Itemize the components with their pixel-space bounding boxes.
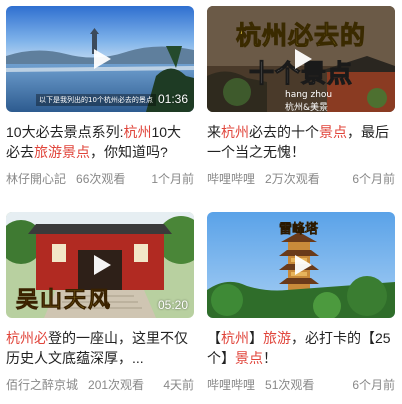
upload-time: 6个月前 [352, 378, 395, 392]
upload-time: 4天前 [163, 378, 194, 392]
channel-name[interactable]: 哔哩哔哩 [207, 376, 255, 393]
channel-name[interactable]: 哔哩哔哩 [207, 170, 255, 187]
play-icon[interactable] [288, 46, 314, 72]
video-thumbnail[interactable]: 雷峰塔 [207, 212, 395, 318]
thumbnail-calligraphy: 吴山天风 [16, 287, 113, 314]
title-keyword-highlight: 景点 [62, 144, 90, 160]
channel-name[interactable]: 佰行之醉京城 [6, 376, 78, 393]
video-thumbnail[interactable]: 以下是我列出的10个杭州必去的景点 01:36 [6, 6, 194, 112]
thumbnail-label: 雷峰塔 [279, 222, 319, 237]
play-icon[interactable] [87, 46, 113, 72]
upload-time: 6个月前 [352, 172, 395, 186]
title-text: ，你知道吗? [90, 144, 168, 160]
video-duration: 01:36 [157, 92, 188, 106]
video-meta: 佰行之醉京城 201次观看 4天前 [6, 376, 194, 393]
video-card[interactable]: 雷峰塔 【杭州】旅游，必打卡的【25个】景点！ 哔哩哔哩 51次观看 6个月前 [207, 212, 395, 393]
channel-name[interactable]: 林仔開心記 [6, 170, 66, 187]
title-keyword-highlight: 杭州 [221, 124, 249, 140]
play-icon[interactable] [288, 252, 314, 278]
title-keyword-highlight: 杭州 [221, 330, 249, 346]
title-text: 】 [249, 330, 263, 346]
video-caption-overlay: 以下是我列出的10个杭州必去的景点 [36, 94, 156, 106]
title-keyword-highlight: 旅游 [34, 144, 62, 160]
video-title[interactable]: 【杭州】旅游，必打卡的【25个】景点！ [207, 328, 395, 368]
title-keyword-highlight: 旅游 [263, 330, 291, 346]
title-text: ！ [263, 350, 277, 366]
thumbnail-tag: 杭州&美景 [285, 103, 329, 112]
thumbnail-tag: hang zhou [285, 90, 333, 100]
video-title[interactable]: 杭州必登的一座山，这里不仅历史人文底蕴深厚，... [6, 328, 194, 368]
play-icon[interactable] [87, 252, 113, 278]
view-count: 2万次观看 [265, 172, 320, 186]
title-text: 【 [207, 330, 221, 346]
video-thumbnail[interactable]: 杭州必去的 十个景点 hang zhou 杭州&美景 [207, 6, 395, 112]
view-count: 66次观看 [76, 172, 126, 186]
title-text: 来 [207, 124, 221, 140]
upload-time: 1个月前 [151, 172, 194, 186]
video-meta: 哔哩哔哩 51次观看 6个月前 [207, 376, 395, 393]
video-title[interactable]: 来杭州必去的十个景点，最后一个当之无愧！ [207, 122, 395, 162]
title-text: 必去的十个 [249, 124, 319, 140]
title-keyword-highlight: 景点 [235, 350, 263, 366]
video-thumbnail[interactable]: 吴山天风 05:20 [6, 212, 194, 318]
view-count: 51次观看 [265, 378, 315, 392]
video-title[interactable]: 10大必去景点系列:杭州10大必去旅游景点，你知道吗? [6, 122, 194, 162]
title-keyword-highlight: 杭州 [123, 124, 152, 140]
video-meta: 林仔開心記 66次观看 1个月前 [6, 170, 194, 187]
view-count: 201次观看 [88, 378, 145, 392]
video-card[interactable]: 吴山天风 05:20 杭州必登的一座山，这里不仅历史人文底蕴深厚，... 佰行之… [6, 212, 194, 393]
video-card[interactable]: 杭州必去的 十个景点 hang zhou 杭州&美景 来杭州必去的十个景点，最后… [207, 6, 395, 187]
title-keyword-highlight: 景点 [319, 124, 347, 140]
video-duration: 05:20 [157, 298, 188, 312]
video-card[interactable]: 以下是我列出的10个杭州必去的景点 01:36 10大必去景点系列:杭州10大必… [6, 6, 194, 187]
video-meta: 哔哩哔哩 2万次观看 6个月前 [207, 170, 395, 187]
title-text: 10大必去景点系列: [6, 124, 124, 140]
title-keyword-highlight: 杭州必 [6, 330, 48, 346]
